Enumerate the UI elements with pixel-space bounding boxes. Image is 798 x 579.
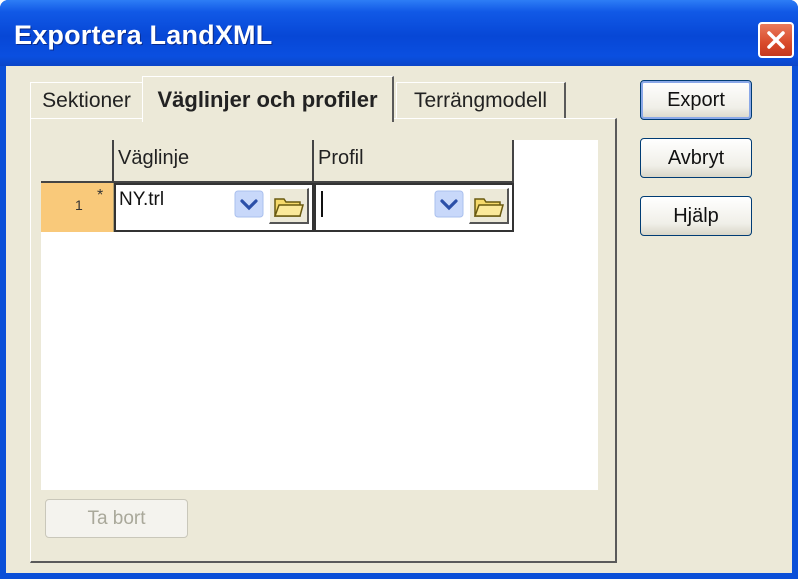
tab-label: Sektioner bbox=[42, 89, 131, 112]
cancel-button[interactable]: Avbryt bbox=[640, 138, 752, 178]
row-header[interactable]: 1 * bbox=[41, 183, 114, 232]
export-landxml-dialog: Exportera LandXML Sektioner Väglinjer oc… bbox=[0, 0, 798, 579]
profil-browse-button[interactable] bbox=[469, 188, 509, 224]
title-bar[interactable]: Exportera LandXML bbox=[0, 0, 798, 66]
row-number: 1 bbox=[75, 197, 83, 213]
export-button[interactable]: Export bbox=[640, 80, 752, 120]
column-header-label: Väglinje bbox=[118, 147, 190, 169]
window-title: Exportera LandXML bbox=[14, 20, 273, 50]
new-row-marker: * bbox=[97, 187, 104, 204]
chevron-down-icon[interactable] bbox=[234, 190, 264, 218]
tab-label: Väglinjer och profiler bbox=[157, 87, 378, 112]
column-header-profil[interactable]: Profil bbox=[314, 140, 514, 183]
column-header-label: Profil bbox=[318, 147, 364, 169]
dialog-client-area: Sektioner Väglinjer och profiler Terräng… bbox=[6, 66, 792, 573]
tab-panel: Väglinje Profil 1 * NY.trl Ta bort bbox=[30, 118, 617, 563]
tab-sektioner[interactable]: Sektioner bbox=[30, 82, 144, 118]
folder-icon bbox=[273, 198, 304, 217]
corner-header-cell bbox=[41, 140, 114, 183]
tab-label: Terrängmodell bbox=[413, 89, 548, 112]
text-cursor bbox=[321, 191, 323, 217]
tab-terrangmodell[interactable]: Terrängmodell bbox=[396, 82, 566, 118]
tab-vaglinjer-och-profiler[interactable]: Väglinjer och profiler bbox=[142, 76, 394, 122]
alignment-grid: Väglinje Profil 1 * NY.trl bbox=[41, 140, 598, 490]
help-button[interactable]: Hjälp bbox=[640, 196, 752, 236]
close-icon bbox=[767, 31, 785, 49]
profil-combobox[interactable] bbox=[314, 183, 514, 232]
column-header-vaglinje[interactable]: Väglinje bbox=[114, 140, 314, 183]
remove-button[interactable]: Ta bort bbox=[45, 499, 188, 538]
vaglinje-combobox[interactable]: NY.trl bbox=[114, 183, 314, 232]
vaglinje-browse-button[interactable] bbox=[269, 188, 309, 224]
vaglinje-value: NY.trl bbox=[119, 189, 165, 210]
folder-icon bbox=[473, 198, 504, 217]
chevron-down-icon[interactable] bbox=[434, 190, 464, 218]
close-button[interactable] bbox=[758, 22, 794, 58]
